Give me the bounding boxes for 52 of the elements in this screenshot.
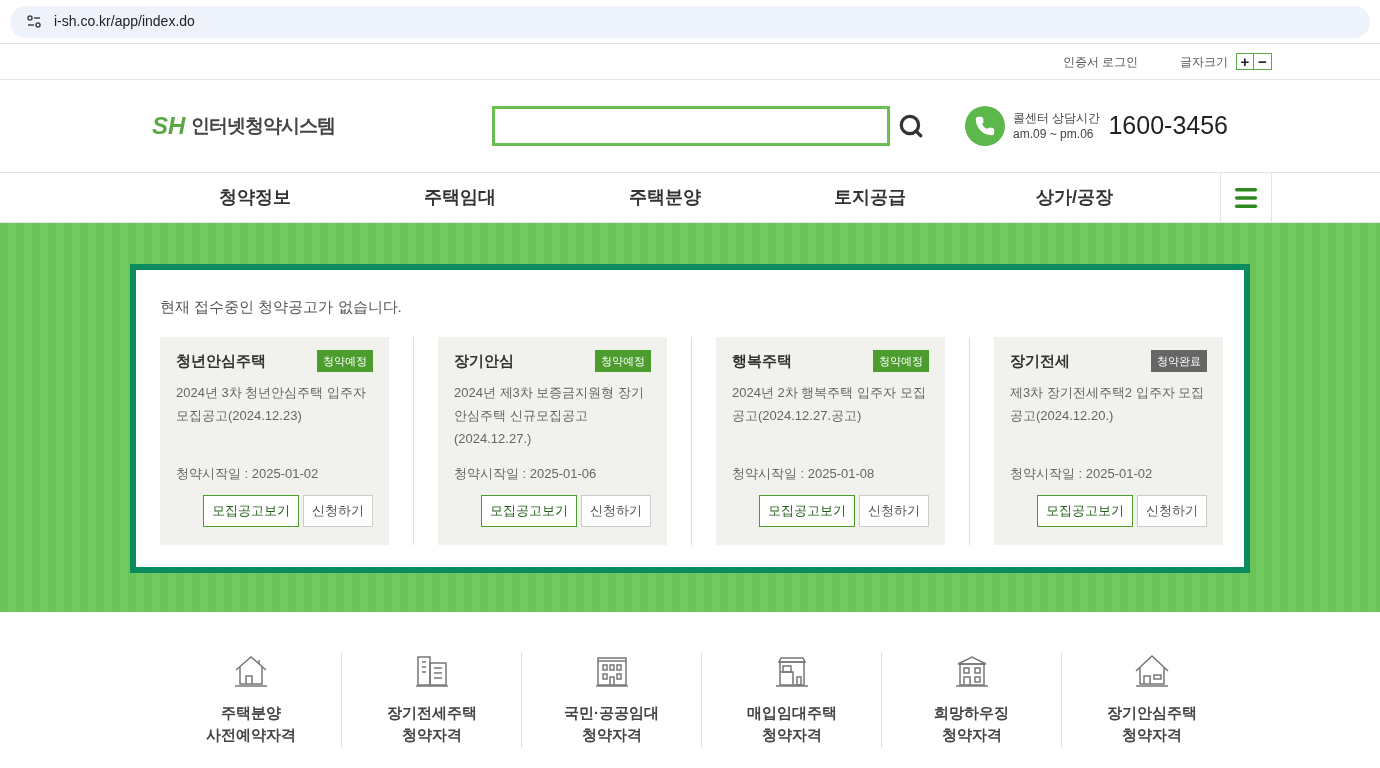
nav-item[interactable]: 주택임대: [357, 173, 562, 222]
view-notice-button[interactable]: 모집공고보기: [1037, 494, 1133, 527]
font-decrease-button[interactable]: −: [1254, 54, 1271, 69]
card-title: 장기전세: [1010, 350, 1070, 371]
view-notice-button[interactable]: 모집공고보기: [481, 494, 577, 527]
nav-item[interactable]: 주택분양: [562, 173, 767, 222]
status-badge: 청약예정: [873, 349, 929, 372]
status-badge: 청약예정: [595, 349, 651, 372]
call-center-label: 콜센터 상담시간: [1013, 110, 1101, 126]
start-date: 청약시작일 : 2025-01-02: [1010, 465, 1154, 483]
nav-item[interactable]: 토지공급: [767, 173, 972, 222]
url-text: i-sh.co.kr/app/index.do: [54, 12, 195, 31]
logo-text: 인터넷청약시스템: [191, 113, 336, 138]
quick-link[interactable]: 주택분양 사전예약자격: [206, 702, 296, 746]
search-field[interactable]: [492, 106, 890, 146]
view-notice-button[interactable]: 모집공고보기: [203, 494, 299, 527]
quick-link[interactable]: 장기전세주택 청약자격: [386, 702, 477, 746]
nav-item[interactable]: 상가/공장: [972, 173, 1177, 222]
start-date: 청약시작일 : 2025-01-08: [732, 465, 876, 483]
address-bar[interactable]: i-sh.co.kr/app/index.do: [10, 5, 1370, 38]
start-date: 청약시작일 : 2025-01-02: [176, 465, 320, 483]
call-center-hours: am.09 ~ pm.06: [1013, 126, 1095, 142]
apply-button[interactable]: 신청하기: [859, 494, 929, 527]
phone-icon: [965, 106, 1006, 146]
card-title: 청년안심주택: [176, 350, 266, 371]
apply-button[interactable]: 신청하기: [1137, 494, 1207, 527]
cert-login-link[interactable]: 인증서 로그인: [1062, 52, 1138, 71]
phone-number: 1600-3456: [1108, 110, 1228, 142]
card-description: 2024년 3차 청년안심주택 입주자 모집공고(2024.12.23): [176, 384, 367, 425]
quick-link[interactable]: 장기안심주택 청약자격: [1106, 702, 1197, 746]
font-increase-button[interactable]: +: [1237, 54, 1254, 69]
card-title: 장기안심: [454, 350, 514, 371]
quick-link[interactable]: 희망하우징 청약자격: [934, 702, 1009, 746]
apply-button[interactable]: 신청하기: [581, 494, 651, 527]
logo-mark: SH: [152, 111, 186, 141]
status-badge: 청약완료: [1151, 349, 1207, 372]
card-description: 제3차 장기전세주택2 입주자 모집 공고(2024.12.20.): [1010, 384, 1206, 425]
quick-link[interactable]: 매입임대주택 청약자격: [746, 702, 837, 746]
font-size-label: 글자크기: [1180, 53, 1228, 71]
card-description: 2024년 2차 행복주택 입주자 모집 공고(2024.12.27.공고): [732, 384, 927, 425]
status-badge: 청약예정: [317, 349, 373, 372]
menu-button[interactable]: [1220, 173, 1272, 222]
apply-button[interactable]: 신청하기: [303, 494, 373, 527]
notice-message: 현재 접수중인 청약공고가 없습니다.: [160, 297, 403, 317]
search-icon[interactable]: [898, 113, 924, 139]
site-settings-icon[interactable]: [26, 13, 42, 30]
quick-link[interactable]: 국민·공공임대 청약자격: [564, 702, 659, 746]
card-title: 행복주택: [732, 350, 792, 371]
card-description: 2024년 제3차 보증금지원형 장기안심주택 신규모집공고(2024.12.27.): [454, 384, 645, 448]
view-notice-button[interactable]: 모집공고보기: [759, 494, 855, 527]
start-date: 청약시작일 : 2025-01-06: [454, 465, 598, 483]
nav-item[interactable]: 청약정보: [152, 173, 357, 222]
